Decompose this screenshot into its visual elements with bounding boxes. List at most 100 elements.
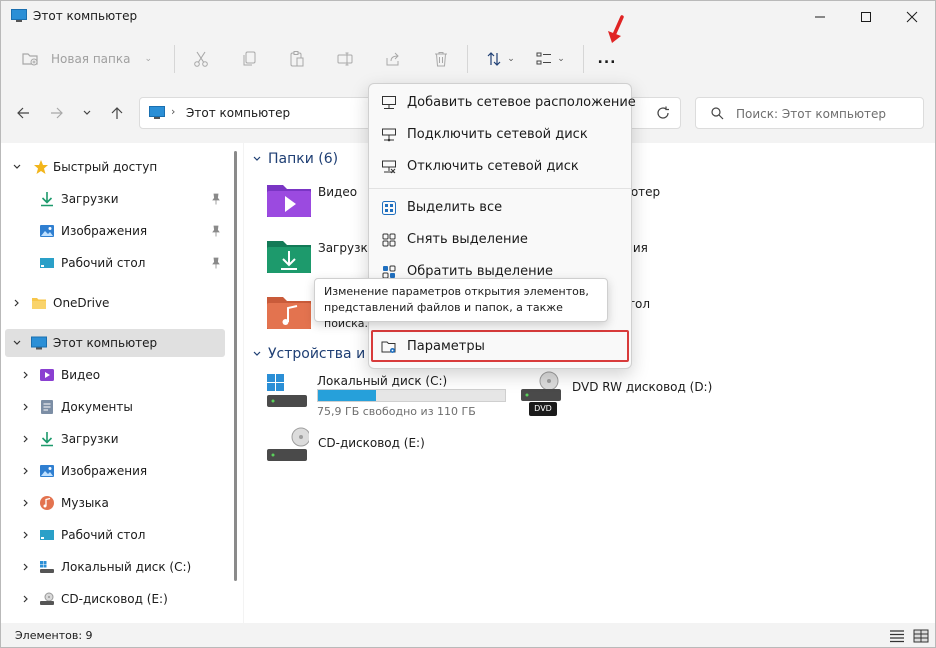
trash-icon	[435, 52, 447, 67]
more-options-button[interactable]: ...	[593, 45, 621, 73]
delete-button[interactable]	[429, 45, 453, 73]
new-folder-label: Новая папка	[51, 52, 131, 66]
rename-button[interactable]	[333, 45, 357, 73]
pc-icon	[11, 9, 27, 22]
menu-item-label: Обратить выделение	[407, 264, 554, 279]
devices-section-header[interactable]: Устройства и д	[252, 346, 379, 362]
download-icon	[41, 192, 53, 207]
desktop-icon	[40, 258, 54, 268]
download-icon	[41, 432, 53, 447]
sidebar-item-label: Рабочий стол	[61, 256, 146, 270]
copy-icon	[243, 51, 256, 66]
folder-options-icon	[381, 341, 396, 353]
view-button[interactable]: ⌄	[529, 45, 571, 73]
sidebar-item-quick-access[interactable]: Быстрый доступ	[5, 153, 225, 181]
toolbar-divider	[583, 45, 584, 73]
forward-button[interactable]	[45, 101, 69, 125]
pin-icon[interactable]	[210, 225, 222, 237]
folders-section-header[interactable]: Папки (6)	[252, 151, 338, 167]
chevron-down-icon: ⌄	[557, 54, 565, 64]
sidebar-item-pictures-quick[interactable]: Изображения	[5, 217, 225, 245]
more-options-menu: Добавить сетевое расположение Подключить…	[368, 83, 636, 369]
download-folder-icon	[267, 241, 311, 273]
sidebar-item-downloads-quick[interactable]: Загрузки	[5, 185, 225, 213]
up-button[interactable]	[105, 101, 129, 125]
copy-button[interactable]	[237, 45, 261, 73]
menu-item-add-network-location[interactable]: Добавить сетевое расположение	[373, 88, 636, 118]
share-button[interactable]	[381, 45, 405, 73]
sidebar-item-local-disk-c[interactable]: Локальный диск (C:)	[5, 553, 225, 581]
image-icon	[40, 225, 54, 237]
menu-item-label: Добавить сетевое расположение	[407, 95, 636, 110]
sidebar-item-label: OneDrive	[53, 296, 110, 310]
chevron-right-icon	[23, 531, 28, 539]
new-folder-button[interactable]: Новая папка ⌄	[21, 45, 161, 73]
share-icon	[386, 52, 399, 66]
new-folder-icon	[22, 53, 38, 66]
tiles-view-icon[interactable]	[913, 629, 929, 643]
toolbar-divider	[467, 45, 468, 73]
pc-icon	[149, 106, 165, 119]
drive-label: DVD RW дисковод (D:)	[572, 380, 713, 394]
sidebar-item-desktop[interactable]: Рабочий стол	[5, 521, 225, 549]
search-box[interactable]: Поиск: Этот компьютер	[695, 97, 924, 129]
sidebar-item-downloads[interactable]: Загрузки	[5, 425, 225, 453]
sidebar-item-pictures[interactable]: Изображения	[5, 457, 225, 485]
menu-item-map-network-drive[interactable]: Подключить сетевой диск	[373, 120, 629, 150]
sidebar-item-documents[interactable]: Документы	[5, 393, 225, 421]
select-none-icon	[382, 233, 396, 247]
sidebar-item-label: Музыка	[61, 496, 109, 510]
menu-item-select-none[interactable]: Снять выделение	[373, 225, 629, 255]
drive-icon	[40, 561, 54, 573]
maximize-button[interactable]	[843, 1, 889, 33]
drive-label: CD-дисковод (E:)	[318, 436, 425, 450]
cut-button[interactable]	[189, 45, 213, 73]
menu-item-select-all[interactable]: Выделить все	[373, 193, 629, 223]
sidebar-item-label: Быстрый доступ	[53, 160, 158, 174]
toolbar-divider	[174, 45, 175, 73]
sidebar-item-music[interactable]: Музыка	[5, 489, 225, 517]
minimize-icon	[815, 16, 825, 18]
sidebar-item-this-pc[interactable]: Этот компьютер	[5, 329, 225, 357]
back-button[interactable]	[11, 101, 35, 125]
paste-button[interactable]	[285, 45, 309, 73]
status-bar: Элементов: 9	[1, 625, 935, 647]
cd-drive-icon	[267, 427, 311, 461]
drive-cd-e[interactable]	[265, 427, 325, 477]
sort-button[interactable]: ⌄	[479, 45, 521, 73]
chevron-down-icon	[83, 110, 91, 115]
pin-icon[interactable]	[210, 257, 222, 269]
sidebar-item-cd-drive-e[interactable]: CD-дисковод (E:)	[5, 585, 225, 613]
windows-drive-icon	[267, 374, 307, 407]
details-view-icon[interactable]	[889, 629, 905, 643]
folder-icon	[32, 298, 46, 309]
document-icon	[41, 400, 53, 414]
breadcrumb-chevron-icon: ›	[171, 105, 176, 118]
chevron-down-icon	[253, 351, 261, 356]
close-button[interactable]	[889, 1, 935, 33]
item-count: Элементов: 9	[15, 629, 93, 642]
drive-usage-fill	[318, 390, 376, 401]
menu-item-disconnect-network-drive[interactable]: Отключить сетевой диск	[373, 152, 629, 182]
sidebar-item-videos[interactable]: Видео	[5, 361, 225, 389]
sidebar-item-desktop-quick[interactable]: Рабочий стол	[5, 249, 225, 277]
recent-locations-button[interactable]	[77, 101, 97, 125]
sidebar-scrollbar[interactable]	[234, 151, 237, 581]
breadcrumb-path[interactable]: Этот компьютер	[186, 106, 290, 120]
drive-usage-bar	[317, 389, 506, 402]
maximize-icon	[861, 12, 871, 22]
video-folder-icon	[267, 185, 311, 217]
refresh-icon[interactable]	[656, 106, 670, 120]
folder-label: Загрузки	[318, 241, 376, 255]
title-bar: Этот компьютер	[1, 1, 935, 33]
section-title: Устройства и д	[268, 346, 380, 362]
menu-item-label: Параметры	[407, 339, 485, 354]
sort-icon	[487, 52, 501, 66]
sidebar-item-onedrive[interactable]: OneDrive	[5, 289, 225, 317]
drive-local-c[interactable]	[265, 373, 325, 423]
menu-item-options[interactable]: Параметры	[371, 330, 629, 362]
minimize-button[interactable]	[797, 1, 843, 33]
sidebar-item-label: Загрузки	[61, 192, 119, 206]
pin-icon[interactable]	[210, 193, 222, 205]
image-icon	[40, 465, 54, 477]
